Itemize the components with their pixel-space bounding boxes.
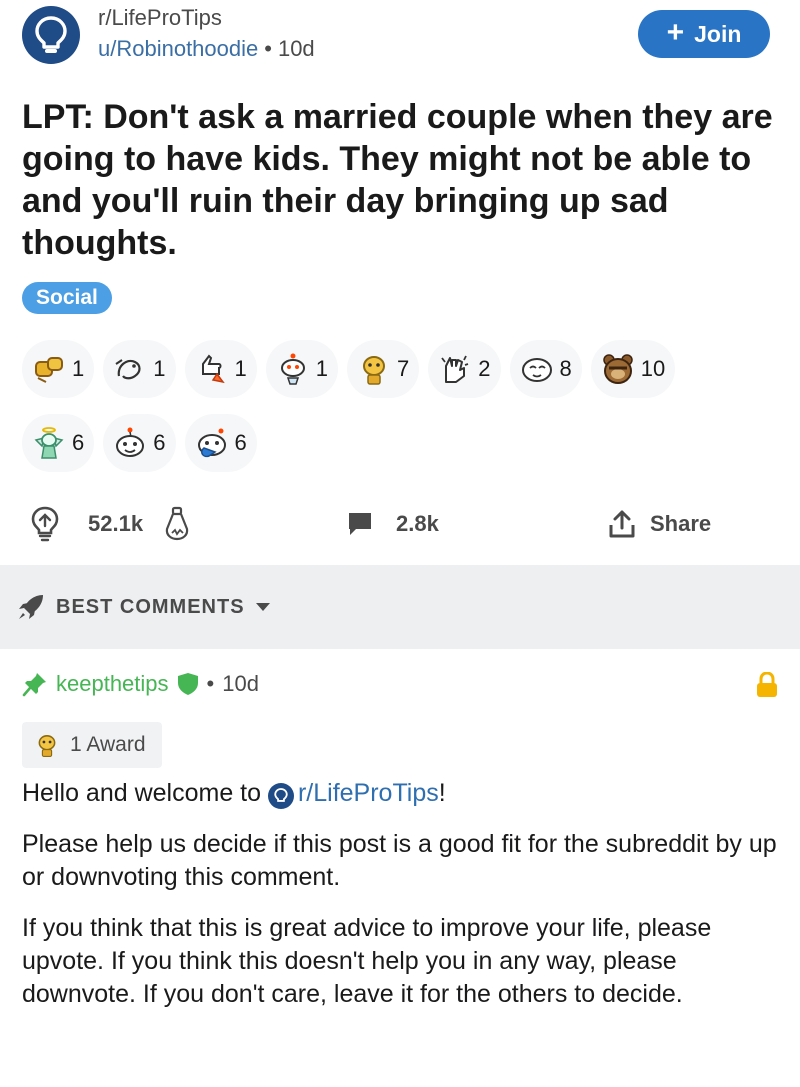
award-item[interactable]: 8	[509, 340, 582, 398]
comment-count: 2.8k	[396, 511, 439, 536]
comment-paragraph: Hello and welcome to r/LifeProTips!	[22, 777, 778, 810]
award-count: 6	[153, 430, 166, 455]
share-label: Share	[650, 511, 712, 536]
award-count: 10	[640, 356, 666, 381]
snek-award-icon	[113, 352, 147, 386]
comment-paragraph: Please help us decide if this post is a …	[22, 830, 777, 891]
award-item[interactable]: 10	[590, 340, 676, 398]
angel-award-icon	[32, 426, 66, 460]
award-item[interactable]: 6	[184, 414, 257, 472]
award-chip-label: 1 Award	[70, 733, 146, 756]
mod-shield-icon	[177, 673, 198, 695]
share-button[interactable]: Share	[608, 504, 711, 544]
award-item[interactable]: 1	[22, 340, 95, 398]
rocket-like-award-icon	[195, 352, 229, 386]
post-author[interactable]: u/Robinothoodie	[98, 36, 258, 61]
awards-row-2: 6 6 6	[22, 414, 782, 472]
lightbulb-icon	[35, 16, 67, 53]
join-label: Join	[694, 20, 742, 47]
comment: keepthetips • 10d 1 Award Hello and welc…	[22, 664, 778, 1008]
separator-dot: •	[206, 671, 215, 696]
award-item[interactable]: 6	[103, 414, 176, 472]
snoo-face-award-icon	[113, 426, 147, 460]
comment-award-chip[interactable]: 1 Award	[22, 722, 162, 768]
award-count: 1	[315, 356, 328, 381]
post-title[interactable]: LPT: Don't ask a married couple when the…	[22, 96, 782, 264]
upvote-lightbulb-icon[interactable]	[30, 505, 60, 543]
plus-icon: +	[666, 15, 685, 49]
award-item[interactable]: 1	[103, 340, 176, 398]
award-item[interactable]: 6	[22, 414, 95, 472]
comment-text: !	[438, 779, 446, 807]
award-item[interactable]: 2	[428, 340, 501, 398]
post-flair[interactable]: Social	[22, 282, 112, 314]
caret-down-icon	[255, 603, 270, 611]
helpful-award-icon	[38, 735, 56, 758]
award-count: 7	[397, 356, 410, 381]
clap-award-icon	[438, 352, 472, 386]
comment-sort-bar[interactable]: BEST COMMENTS	[0, 565, 800, 649]
comment-header: keepthetips • 10d	[22, 664, 778, 704]
join-button[interactable]: + Join	[638, 10, 770, 58]
award-count: 6	[234, 430, 247, 455]
pin-icon	[22, 673, 46, 697]
comment-text: Hello and welcome to	[22, 779, 268, 807]
post-action-bar: 52.1k 2.8k Share	[0, 494, 800, 554]
post-meta: r/LifeProTips u/Robinothoodie • 10d	[98, 5, 315, 63]
comment-age: 10d	[222, 671, 259, 696]
lock-icon	[757, 672, 777, 697]
helpful-award-icon	[357, 352, 391, 386]
rocket-icon	[19, 595, 43, 619]
post-byline: u/Robinothoodie • 10d	[98, 35, 315, 63]
subreddit-name[interactable]: r/LifeProTips	[98, 5, 315, 31]
award-count: 1	[234, 356, 247, 381]
award-count: 1	[72, 356, 85, 381]
comments-button[interactable]: 2.8k	[346, 504, 439, 544]
award-item[interactable]: 7	[347, 340, 420, 398]
share-upload-icon	[609, 510, 635, 538]
blush-face-award-icon	[520, 352, 554, 386]
award-item[interactable]: 1	[265, 340, 338, 398]
vote-group: 52.1k	[30, 504, 191, 544]
downvote-bulb-icon[interactable]	[163, 505, 191, 543]
awards-section: 1 1 1 1 7 2 8 10 6 6 6	[22, 340, 782, 488]
subreddit-link[interactable]: r/LifeProTips	[267, 777, 439, 810]
award-count: 2	[478, 356, 491, 381]
subreddit-mini-avatar	[267, 783, 294, 809]
facepalm-bear-award-icon	[601, 352, 635, 386]
snoo-tear-award-icon	[195, 426, 229, 460]
awards-row-1: 1 1 1 1 7 2 8 10	[22, 340, 782, 398]
comment-body: Hello and welcome to r/LifeProTips! Plea…	[22, 777, 778, 1029]
separator-dot: •	[264, 36, 272, 61]
award-count: 6	[72, 430, 85, 455]
post-header: r/LifeProTips u/Robinothoodie • 10d + Join	[22, 0, 778, 80]
award-item[interactable]: 1	[184, 340, 257, 398]
post-age: 10d	[277, 36, 315, 61]
award-count: 8	[559, 356, 572, 381]
sort-label: BEST COMMENTS	[56, 595, 245, 618]
subreddit-avatar[interactable]	[22, 6, 80, 64]
comment-author[interactable]: keepthetips	[56, 671, 169, 697]
award-count: 1	[153, 356, 166, 381]
comment-bubble-icon	[349, 513, 371, 535]
subreddit-link-text: r/LifeProTips	[297, 779, 439, 807]
lightbulb-icon	[274, 788, 288, 802]
fist-bump-award-icon	[32, 352, 66, 386]
comment-paragraph: If you think that this is great advice t…	[22, 914, 712, 1008]
upvote-count: 52.1k	[88, 511, 144, 536]
wholesome-snoo-award-icon	[276, 352, 310, 386]
